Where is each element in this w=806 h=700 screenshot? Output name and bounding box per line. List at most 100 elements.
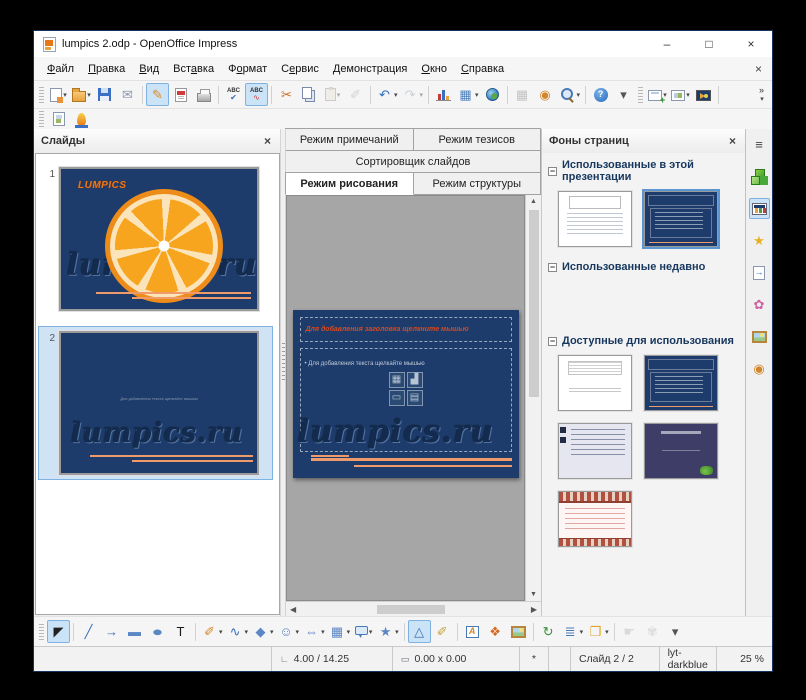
scroll-right-icon[interactable]: ▶ xyxy=(527,602,541,617)
menu-slideshow[interactable]: Демонстрация xyxy=(326,60,415,78)
email-document-button[interactable]: ✉ xyxy=(116,83,139,106)
zoom-magnifier-button[interactable]: ▾ xyxy=(557,83,583,106)
horizontal-scroll-thumb[interactable] xyxy=(377,605,445,614)
dropdown-arrow-icon[interactable]: ▾ xyxy=(245,628,249,636)
collapse-toggle-icon[interactable]: − xyxy=(548,263,557,272)
scroll-down-icon[interactable]: ▼ xyxy=(526,588,541,601)
close-document-icon[interactable]: × xyxy=(745,62,772,76)
flowchart-button[interactable]: ▦▾ xyxy=(327,620,353,643)
close-button[interactable]: × xyxy=(730,31,772,57)
menu-help[interactable]: Справка xyxy=(454,60,511,78)
master-pages-tab-button[interactable] xyxy=(749,198,770,219)
spellcheck-button[interactable]: ABC✔ xyxy=(222,83,245,106)
vertical-scrollbar[interactable]: ▲ ▼ xyxy=(525,195,541,601)
menu-file[interactable]: Файл xyxy=(40,60,81,78)
properties-cubes-button[interactable] xyxy=(749,166,770,187)
redo-button[interactable]: ↷▾ xyxy=(400,83,426,106)
toolbar-overflow-button[interactable]: » ▾ xyxy=(753,86,770,104)
dropdown-arrow-icon[interactable]: ▾ xyxy=(296,628,300,636)
arrange-button[interactable]: ❒▾ xyxy=(585,620,611,643)
interaction-button[interactable]: ☛ xyxy=(618,620,641,643)
callouts-button[interactable]: ▾ xyxy=(352,620,375,643)
insert-picture-button[interactable] xyxy=(507,620,530,643)
dropdown-arrow-icon[interactable]: ▾ xyxy=(394,91,398,99)
menu-edit[interactable]: Правка xyxy=(81,60,132,78)
slide-thumbnail-row-2[interactable]: 2 Для добавления текста щелкайте мышью l… xyxy=(38,326,273,480)
toolbar-grab-handle[interactable] xyxy=(638,87,643,103)
dropdown-arrow-icon[interactable]: ▾ xyxy=(369,628,373,636)
dropdown-arrow-icon[interactable]: ▾ xyxy=(395,628,399,636)
open-folder-button[interactable]: ▾ xyxy=(70,83,93,106)
toolbar-grab-handle[interactable] xyxy=(39,87,44,103)
edit-points-button[interactable]: △ xyxy=(408,620,431,643)
horizontal-scrollbar[interactable]: ◀ ▶ xyxy=(286,601,541,616)
copy-button[interactable] xyxy=(298,83,321,106)
vertical-scroll-thumb[interactable] xyxy=(529,210,539,397)
dropdown-arrow-icon[interactable]: ▾ xyxy=(580,628,584,636)
dropdown-arrow-icon[interactable]: ▾ xyxy=(219,628,223,636)
tab-drawing-view[interactable]: Режим рисования xyxy=(285,172,414,195)
master-default-white-thumbnail[interactable] xyxy=(558,355,632,411)
insert-media-icon[interactable]: ▤ xyxy=(407,390,423,406)
status-zoom-level[interactable]: 25 % xyxy=(716,647,772,671)
slide-thumbnail-row-1[interactable]: 1 LUMPICS lumpics.ru xyxy=(38,162,273,316)
master-dark-purple-thumbnail[interactable] xyxy=(644,423,718,479)
tab-slide-sorter[interactable]: Сортировщик слайдов xyxy=(285,150,541,173)
line-button[interactable]: ╱ xyxy=(77,620,100,643)
slide-show-button[interactable] xyxy=(692,83,715,106)
dropdown-arrow-icon[interactable]: ▾ xyxy=(420,91,424,99)
rotate-button[interactable]: ↻ xyxy=(537,620,560,643)
toolbar-grab-handle[interactable] xyxy=(39,624,44,640)
menu-format[interactable]: Формат xyxy=(221,60,274,78)
menu-tools[interactable]: Сервис xyxy=(274,60,326,78)
dropdown-arrow-icon[interactable]: ▾ xyxy=(605,628,609,636)
menu-insert[interactable]: Вставка xyxy=(166,60,221,78)
select-arrow-button[interactable]: ◤ xyxy=(47,620,70,643)
navigator-compass-button[interactable]: ◉ xyxy=(534,83,557,106)
title-placeholder[interactable]: Для добавления заголовка щелкните мышью xyxy=(300,317,512,342)
ellipse-button[interactable]: ● xyxy=(146,620,169,643)
effects-button[interactable]: ✾ xyxy=(641,620,664,643)
insert-chart-icon[interactable]: ▟ xyxy=(407,372,423,388)
display-grid-button[interactable]: ▦ xyxy=(511,83,534,106)
master-used-darkblue-thumbnail[interactable] xyxy=(644,191,718,247)
export-pdf-button[interactable] xyxy=(169,83,192,106)
curve-button[interactable]: ✐▾ xyxy=(199,620,225,643)
glue-points-button[interactable]: ✐ xyxy=(431,620,454,643)
maximize-button[interactable]: □ xyxy=(688,31,730,57)
tab-outline-view[interactable]: Режим структуры xyxy=(413,172,542,195)
dropdown-arrow-icon[interactable]: ▾ xyxy=(337,91,341,99)
dropdown-arrow-icon[interactable]: ▾ xyxy=(270,628,274,636)
toolbar-options-button[interactable]: ▾ xyxy=(612,83,635,106)
gallery-button[interactable] xyxy=(749,326,770,347)
slide-2-thumbnail[interactable]: Для добавления текста щелкайте мышью lum… xyxy=(59,331,259,475)
dropdown-arrow-icon[interactable]: ▾ xyxy=(87,91,91,99)
symbol-shapes-button[interactable]: ☺▾ xyxy=(276,620,302,643)
alignment-button[interactable]: ≣▾ xyxy=(560,620,586,643)
minimize-button[interactable]: – xyxy=(646,31,688,57)
extrusion-shapes-button[interactable]: ❖ xyxy=(484,620,507,643)
fontwork-button[interactable]: A xyxy=(461,620,484,643)
new-slide-button[interactable]: ▾ xyxy=(646,83,669,106)
animation-effects-button[interactable]: ✿ xyxy=(749,294,770,315)
collapse-toggle-icon[interactable]: − xyxy=(548,337,557,346)
undo-button[interactable]: ↶▾ xyxy=(374,83,400,106)
stars-button[interactable]: ★▾ xyxy=(375,620,401,643)
master-red-stripes-thumbnail[interactable] xyxy=(558,491,632,547)
master-pages-close-icon[interactable]: × xyxy=(727,134,738,148)
slides-panel-close-icon[interactable]: × xyxy=(262,134,273,148)
drawbar-options-button[interactable]: ▾ xyxy=(664,620,687,643)
dropdown-arrow-icon[interactable]: ▾ xyxy=(475,91,479,99)
slide-thumbnail-button[interactable] xyxy=(47,108,70,131)
connector-button[interactable]: ∿▾ xyxy=(225,620,251,643)
master-dark-blue-thumbnail[interactable] xyxy=(644,355,718,411)
cut-button[interactable]: ✂ xyxy=(275,83,298,106)
text-box-button[interactable]: T xyxy=(169,620,192,643)
dropdown-arrow-icon[interactable]: ▾ xyxy=(577,91,581,99)
master-lilac-thumbnail[interactable] xyxy=(558,423,632,479)
new-document-button[interactable]: ▾ xyxy=(47,83,70,106)
dropdown-arrow-icon[interactable]: ▾ xyxy=(321,628,325,636)
navigator-button[interactable]: ◉ xyxy=(749,358,770,379)
menu-window[interactable]: Окно xyxy=(414,60,454,78)
slide-design-button[interactable]: ▾ xyxy=(669,83,692,106)
